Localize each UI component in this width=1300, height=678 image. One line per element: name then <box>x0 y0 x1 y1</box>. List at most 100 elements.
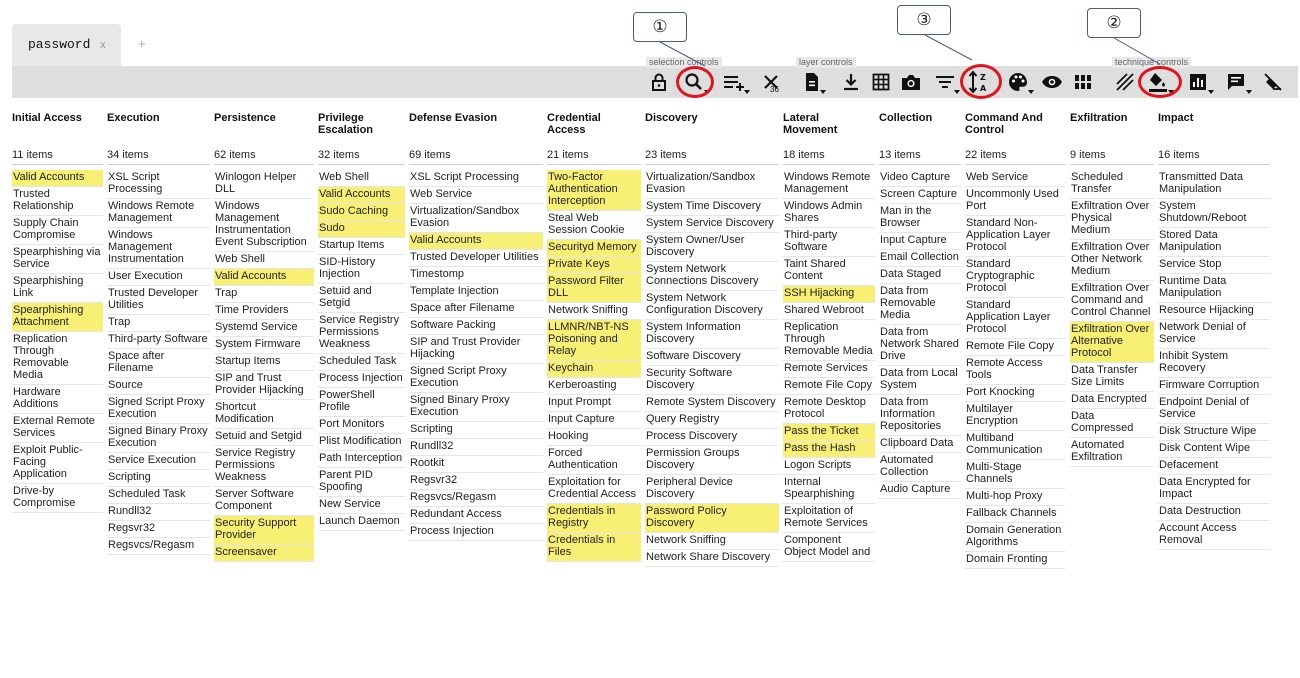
technique-cell[interactable]: Rundll32 <box>409 439 543 456</box>
technique-cell[interactable]: Security Software Discovery <box>645 366 779 395</box>
technique-cell[interactable]: Hooking <box>547 429 641 446</box>
technique-cell[interactable]: Sudo <box>318 221 405 238</box>
technique-cell[interactable]: Standard Non-Application Layer Protocol <box>965 216 1065 257</box>
technique-cell[interactable]: Web Service <box>965 170 1065 187</box>
technique-cell[interactable]: Network Sniffing <box>547 303 641 320</box>
technique-cell[interactable]: Domain Fronting <box>965 552 1065 569</box>
technique-cell[interactable]: Windows Management Instrumentation Event… <box>214 199 314 252</box>
tactic-header[interactable]: Command And Control <box>965 112 1065 136</box>
technique-cell[interactable]: Data Transfer Size Limits <box>1070 363 1154 392</box>
tactic-header[interactable]: Impact <box>1158 112 1270 124</box>
tab-close-icon[interactable]: x <box>100 39 106 51</box>
download-layer-icon[interactable] <box>800 68 826 96</box>
technique-cell[interactable]: Exfiltration Over Physical Medium <box>1070 199 1154 240</box>
technique-cell[interactable]: Resource Hijacking <box>1158 303 1270 320</box>
technique-cell[interactable]: Regsvcs/Regasm <box>107 538 210 555</box>
technique-cell[interactable]: Fallback Channels <box>965 506 1065 523</box>
technique-cell[interactable]: Valid Accounts <box>409 233 543 250</box>
tactic-header[interactable]: Execution <box>107 112 210 124</box>
technique-cell[interactable]: Stored Data Manipulation <box>1158 228 1270 257</box>
technique-cell[interactable]: Service Registry Permissions Weakness <box>214 446 314 487</box>
technique-cell[interactable]: Security Support Provider <box>214 516 314 545</box>
technique-cell[interactable]: Path Interception <box>318 451 405 468</box>
camera-icon[interactable] <box>900 68 922 96</box>
clear-icon[interactable] <box>1262 68 1284 96</box>
technique-cell[interactable]: Input Capture <box>547 412 641 429</box>
technique-cell[interactable]: Video Capture <box>879 170 961 187</box>
technique-cell[interactable]: Spearphishing Attachment <box>12 303 103 332</box>
technique-cell[interactable]: Scripting <box>409 422 543 439</box>
technique-cell[interactable]: Windows Remote Management <box>783 170 875 199</box>
deselect-icon[interactable]: 36 <box>758 68 784 96</box>
technique-cell[interactable]: Spearphishing Link <box>12 274 103 303</box>
eye-icon[interactable] <box>1040 68 1064 96</box>
technique-cell[interactable]: Screen Capture <box>879 187 961 204</box>
tactic-header[interactable]: Lateral Movement <box>783 112 875 136</box>
technique-cell[interactable]: Virtualization/Sandbox Evasion <box>409 204 543 233</box>
technique-cell[interactable]: Uncommonly Used Port <box>965 187 1065 216</box>
technique-cell[interactable]: System Owner/User Discovery <box>645 233 779 262</box>
technique-cell[interactable]: Trap <box>107 315 210 332</box>
technique-cell[interactable]: Clipboard Data <box>879 436 961 453</box>
technique-cell[interactable]: Port Knocking <box>965 385 1065 402</box>
tactic-header[interactable]: Persistence <box>214 112 314 124</box>
technique-cell[interactable]: Endpoint Denial of Service <box>1158 395 1270 424</box>
technique-cell[interactable]: Exploitation for Credential Access <box>547 475 641 504</box>
technique-cell[interactable]: SID-History Injection <box>318 255 405 284</box>
tab-password[interactable]: password x <box>12 24 121 66</box>
tactic-header[interactable]: Exfiltration <box>1070 112 1154 124</box>
technique-cell[interactable]: Trusted Developer Utilities <box>409 250 543 267</box>
technique-cell[interactable]: System Time Discovery <box>645 199 779 216</box>
layout-icon[interactable] <box>1072 68 1094 96</box>
technique-cell[interactable]: SIP and Trust Provider Hijacking <box>409 335 543 364</box>
technique-cell[interactable]: Software Discovery <box>645 349 779 366</box>
technique-cell[interactable]: Kerberoasting <box>547 378 641 395</box>
technique-cell[interactable]: SIP and Trust Provider Hijacking <box>214 371 314 400</box>
technique-cell[interactable]: Email Collection <box>879 250 961 267</box>
technique-cell[interactable]: Remote File Copy <box>783 378 875 395</box>
technique-cell[interactable]: Service Registry Permissions Weakness <box>318 313 405 354</box>
technique-cell[interactable]: Multi-Stage Channels <box>965 460 1065 489</box>
hatch-icon[interactable] <box>1114 68 1136 96</box>
technique-cell[interactable]: Exfiltration Over Command and Control Ch… <box>1070 281 1154 322</box>
technique-cell[interactable]: Process Injection <box>318 371 405 388</box>
tactic-header[interactable]: Discovery <box>645 112 779 124</box>
technique-cell[interactable]: Exfiltration Over Other Network Medium <box>1070 240 1154 281</box>
technique-cell[interactable]: Shared Webroot <box>783 303 875 320</box>
technique-cell[interactable]: Valid Accounts <box>214 269 314 286</box>
technique-cell[interactable]: Web Shell <box>214 252 314 269</box>
technique-cell[interactable]: Pass the Hash <box>783 441 875 458</box>
technique-cell[interactable]: Trap <box>214 286 314 303</box>
technique-cell[interactable]: Valid Accounts <box>12 170 103 187</box>
palette-icon[interactable] <box>1004 68 1034 96</box>
technique-cell[interactable]: Automated Exfiltration <box>1070 438 1154 467</box>
technique-cell[interactable]: Space after Filename <box>107 349 210 378</box>
technique-cell[interactable]: Forced Authentication <box>547 446 641 475</box>
technique-cell[interactable]: Man in the Browser <box>879 204 961 233</box>
technique-cell[interactable]: Input Capture <box>879 233 961 250</box>
technique-cell[interactable]: Permission Groups Discovery <box>645 446 779 475</box>
technique-cell[interactable]: Multilayer Encryption <box>965 402 1065 431</box>
technique-cell[interactable]: Runtime Data Manipulation <box>1158 274 1270 303</box>
technique-cell[interactable]: Data from Local System <box>879 366 961 395</box>
technique-cell[interactable]: Supply Chain Compromise <box>12 216 103 245</box>
technique-cell[interactable]: Drive-by Compromise <box>12 484 103 513</box>
technique-cell[interactable]: Port Monitors <box>318 417 405 434</box>
grid-icon[interactable] <box>870 68 892 96</box>
technique-cell[interactable]: Network Denial of Service <box>1158 320 1270 349</box>
technique-cell[interactable]: Standard Cryptographic Protocol <box>965 257 1065 298</box>
technique-cell[interactable]: Trusted Relationship <box>12 187 103 216</box>
technique-cell[interactable]: Screensaver <box>214 545 314 562</box>
technique-cell[interactable]: Process Injection <box>409 524 543 541</box>
technique-cell[interactable]: Data Compressed <box>1070 409 1154 438</box>
technique-cell[interactable]: Service Stop <box>1158 257 1270 274</box>
technique-cell[interactable]: Peripheral Device Discovery <box>645 475 779 504</box>
technique-cell[interactable]: Hardware Additions <box>12 385 103 414</box>
technique-cell[interactable]: Remote Desktop Protocol <box>783 395 875 424</box>
technique-cell[interactable]: Data from Removable Media <box>879 284 961 325</box>
technique-cell[interactable]: Redundant Access <box>409 507 543 524</box>
technique-cell[interactable]: Remote Services <box>783 361 875 378</box>
technique-cell[interactable]: Third-party Software <box>107 332 210 349</box>
technique-cell[interactable]: Network Share Discovery <box>645 550 779 567</box>
technique-cell[interactable]: Rundll32 <box>107 504 210 521</box>
